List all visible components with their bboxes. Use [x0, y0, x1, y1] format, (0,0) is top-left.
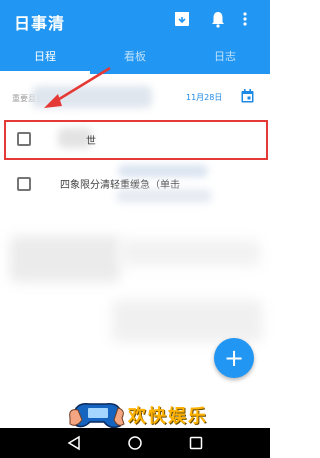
- calendar-icon[interactable]: [241, 89, 254, 103]
- recent-apps-icon[interactable]: [188, 435, 204, 451]
- back-icon[interactable]: [66, 435, 82, 451]
- app-title: 日事清: [14, 14, 66, 33]
- tab-board[interactable]: 看板: [90, 40, 180, 74]
- section-header: 重要且紧急 11月28日: [0, 80, 270, 114]
- task-checkbox[interactable]: [17, 177, 31, 191]
- blurred-patch: [118, 165, 208, 177]
- add-task-button[interactable]: +: [214, 338, 254, 378]
- tab-log[interactable]: 日志: [180, 40, 270, 74]
- blurred-content: [120, 240, 260, 266]
- blurred-content: [112, 300, 262, 342]
- bell-icon[interactable]: [210, 10, 226, 28]
- watermark-text: 欢快娱乐: [128, 406, 208, 427]
- blurred-content: [10, 236, 120, 282]
- plus-icon: +: [223, 344, 245, 372]
- tab-indicator: [0, 71, 90, 74]
- task-row[interactable]: 四象限分清轻重缓急（单击: [0, 165, 270, 205]
- archive-icon[interactable]: [174, 10, 190, 28]
- system-nav-bar: [0, 428, 270, 458]
- blurred-patch: [116, 189, 212, 203]
- blurred-patch: [32, 86, 152, 108]
- app-bar: 日事清: [0, 0, 270, 40]
- tab-schedule[interactable]: 日程: [0, 40, 90, 74]
- highlight-box: [4, 120, 268, 160]
- app-screen: 日事清 日程 看板 日志 重要且紧急 11月28日: [0, 0, 270, 458]
- more-vert-icon[interactable]: [240, 10, 250, 28]
- home-icon[interactable]: [127, 435, 143, 451]
- tab-bar: 日程 看板 日志: [0, 40, 270, 74]
- section-date[interactable]: 11月28日: [186, 92, 222, 103]
